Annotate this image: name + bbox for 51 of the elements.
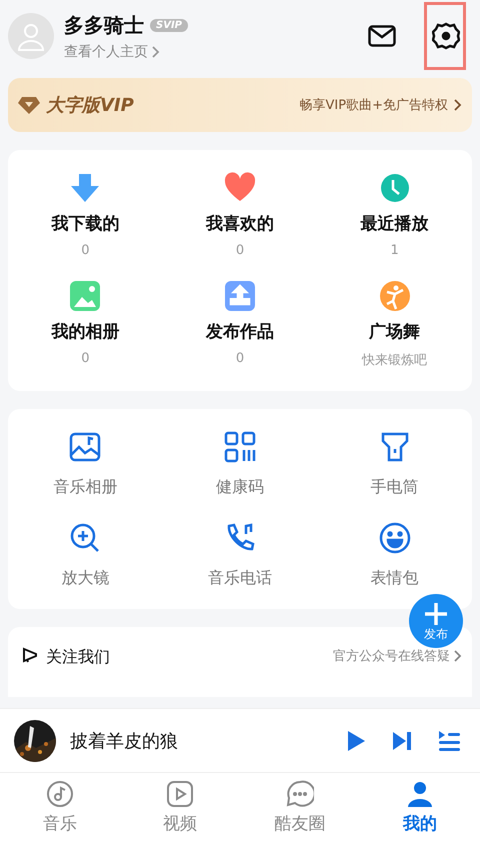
shortcut-item[interactable]: 我的相册 0 xyxy=(8,280,163,369)
nav-tab[interactable]: 视频 xyxy=(120,773,240,842)
mail-icon xyxy=(368,25,396,47)
diamond-icon xyxy=(18,96,40,114)
heart-icon xyxy=(224,172,256,204)
shortcut-item[interactable]: 最近播放 1 xyxy=(317,172,472,258)
person-silhouette-icon xyxy=(16,21,46,51)
nav-tab[interactable]: 酷友圈 xyxy=(240,773,360,842)
shortcut-item[interactable]: 广场舞 快来锻炼吧 xyxy=(317,280,472,369)
dancer-icon xyxy=(378,280,411,312)
skip-next-icon xyxy=(392,730,412,750)
picture-frame-icon xyxy=(69,280,102,312)
chevron-right-icon xyxy=(152,46,160,58)
vip-promo-link[interactable]: 畅享VIP歌曲+免广告特权 xyxy=(300,96,462,114)
person-icon xyxy=(406,780,434,808)
tool-item[interactable]: 手电筒 xyxy=(317,431,472,498)
settings-icon xyxy=(432,22,460,50)
tool-item[interactable]: 音乐电话 xyxy=(162,522,318,589)
download-arrow-icon xyxy=(69,172,102,204)
vip-title: 大字版VIP xyxy=(46,94,135,117)
tool-item[interactable]: 表情包 xyxy=(317,522,472,589)
plus-icon xyxy=(424,602,448,626)
chevron-right-icon xyxy=(454,650,462,662)
nav-tab[interactable]: 音乐 xyxy=(0,773,120,842)
shortcut-item[interactable]: 我喜欢的 0 xyxy=(162,172,318,258)
follow-hint: 官方公众号在线答疑 xyxy=(333,647,462,665)
clock-icon xyxy=(378,172,411,204)
upload-tray-icon xyxy=(224,280,256,312)
profile-link[interactable]: 查看个人主页 xyxy=(64,42,352,60)
chat-bubble-icon xyxy=(286,780,314,808)
play-screen-icon xyxy=(166,780,194,808)
svip-badge: SVIP xyxy=(150,18,188,32)
nav-tab[interactable]: 我的 xyxy=(360,773,480,842)
shortcut-item[interactable]: 我下载的 0 xyxy=(8,172,163,258)
music-note-icon xyxy=(46,780,74,808)
megaphone-icon xyxy=(22,647,38,663)
follow-title: 关注我们 xyxy=(46,647,111,668)
zoom-in-icon xyxy=(69,522,102,554)
chevron-right-icon xyxy=(454,99,462,111)
tool-item[interactable]: 放大镜 xyxy=(8,522,163,589)
tool-item[interactable]: 健康码 xyxy=(162,431,318,498)
user-name: 多多骑士 xyxy=(64,12,144,38)
playlist-icon xyxy=(438,730,460,752)
shortcut-item[interactable]: 发布作品 0 xyxy=(162,280,318,369)
smiley-icon xyxy=(378,522,411,554)
play-icon xyxy=(346,730,366,752)
qr-code-icon xyxy=(224,431,256,463)
music-picture-icon xyxy=(69,431,102,463)
tool-item[interactable]: 音乐相册 xyxy=(8,431,163,498)
vip-banner[interactable]: 大字版VIP 畅享VIP歌曲+免广告特权 xyxy=(8,78,472,132)
song-title: 披着羊皮的狼 xyxy=(70,730,179,752)
